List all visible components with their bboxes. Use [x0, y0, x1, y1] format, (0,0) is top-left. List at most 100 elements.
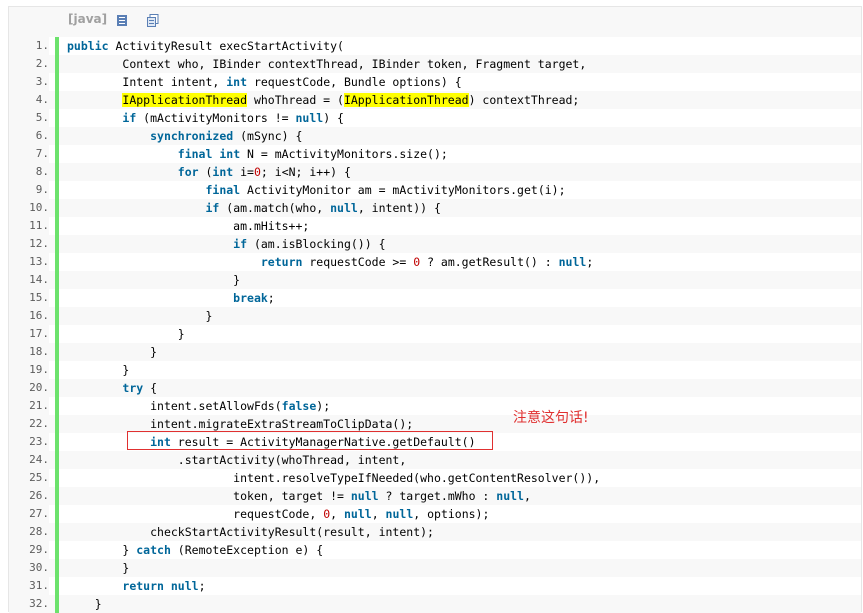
gutter-bar: [55, 163, 59, 181]
gutter-bar: [55, 595, 59, 613]
code-line: 4. IApplicationThread whoThread = (IAppl…: [9, 91, 861, 109]
code-text: try {: [67, 379, 157, 397]
line-number: 29.: [9, 541, 49, 559]
code-token: token, target !=: [233, 489, 351, 503]
line-number: 13.: [9, 253, 49, 271]
line-number: 15.: [9, 289, 49, 307]
code-line: 18. }: [9, 343, 861, 361]
keyword-token: return: [260, 255, 303, 269]
code-token: , options);: [413, 507, 490, 521]
code-text: checkStartActivityResult(result, intent)…: [67, 523, 434, 541]
gutter-bar: [55, 343, 59, 361]
code-line: 5. if (mActivityMonitors != null) {: [9, 109, 861, 127]
line-number: 9.: [9, 181, 49, 199]
keyword-token: break: [233, 291, 268, 305]
code-token: .startActivity(whoThread, intent,: [177, 453, 407, 467]
code-line: 10. if (am.match(who, null, intent)) {: [9, 199, 861, 217]
code-token: ;: [198, 579, 206, 593]
gutter-bar: [55, 181, 59, 199]
code-text: }: [67, 307, 212, 325]
gutter-bar: [55, 577, 59, 595]
code-token: intent.migrateExtraStreamToClipData();: [150, 417, 414, 431]
code-line: 17. }: [9, 325, 861, 343]
gutter-bar: [55, 307, 59, 325]
code-line: 21. intent.setAllowFds(false);: [9, 397, 861, 415]
line-number: 20.: [9, 379, 49, 397]
code-text: }: [67, 325, 185, 343]
code-text: .startActivity(whoThread, intent,: [67, 451, 406, 469]
gutter-bar: [55, 469, 59, 487]
code-line: 3. Intent intent, int requestCode, Bundl…: [9, 73, 861, 91]
keyword-token: catch: [136, 543, 171, 557]
keyword-token: null: [558, 255, 587, 269]
line-number: 19.: [9, 361, 49, 379]
code-token: (am.isBlocking()) {: [247, 237, 386, 251]
gutter-bar: [55, 253, 59, 271]
line-number: 28.: [9, 523, 49, 541]
line-number: 3.: [9, 73, 49, 91]
code-line: 29. } catch (RemoteException e) {: [9, 541, 861, 559]
line-number: 17.: [9, 325, 49, 343]
code-token: am.mHits++;: [233, 219, 310, 233]
code-token: intent.resolveTypeIfNeeded(who.getConten…: [233, 471, 601, 485]
keyword-token: final: [177, 147, 213, 161]
keyword-token: int: [219, 147, 241, 161]
keyword-token: int: [212, 165, 234, 179]
code-text: final int N = mActivityMonitors.size();: [67, 145, 448, 163]
keyword-token: false: [281, 399, 317, 413]
gutter-bar: [55, 37, 59, 55]
highlight-box: [127, 431, 493, 450]
line-number: 30.: [9, 559, 49, 577]
code-text: for (int i=0; i<N; i++) {: [67, 163, 351, 181]
code-token: ,: [523, 489, 531, 503]
code-text: requestCode, 0, null, null, options);: [67, 505, 489, 523]
line-number: 22.: [9, 415, 49, 433]
number-token: 0: [253, 165, 261, 179]
copy-icon[interactable]: [147, 14, 159, 27]
view-source-icon[interactable]: [116, 14, 128, 27]
code-token: requestCode,: [233, 507, 324, 521]
code-token: (RemoteException e) {: [170, 543, 324, 557]
code-token: ActivityResult execStartActivity(: [108, 39, 344, 53]
code-line: 11. am.mHits++;: [9, 217, 861, 235]
gutter-bar: [55, 487, 59, 505]
keyword-token: null: [170, 579, 199, 593]
gutter-bar: [55, 109, 59, 127]
gutter-bar: [55, 73, 59, 91]
line-number: 4.: [9, 91, 49, 109]
keyword-token: if: [233, 237, 248, 251]
line-number: 23.: [9, 433, 49, 451]
line-number: 14.: [9, 271, 49, 289]
code-token: }: [233, 273, 241, 287]
line-number: 6.: [9, 127, 49, 145]
code-line: 8. for (int i=0; i<N; i++) {: [9, 163, 861, 181]
code-line: 16. }: [9, 307, 861, 325]
gutter-bar: [55, 289, 59, 307]
line-number: 5.: [9, 109, 49, 127]
annotation-note: 注意这句话!: [513, 410, 589, 426]
code-text: }: [67, 595, 102, 613]
gutter-bar: [55, 433, 59, 451]
gutter-bar: [55, 199, 59, 217]
code-token: ? target.mWho :: [378, 489, 497, 503]
line-number: 32.: [9, 595, 49, 613]
code-token: }: [150, 345, 158, 359]
line-number: 12.: [9, 235, 49, 253]
code-toolbar: [java]: [9, 7, 861, 37]
code-token: }: [122, 363, 130, 377]
keyword-token: try: [122, 381, 144, 395]
keyword-token: null: [343, 507, 372, 521]
gutter-bar: [55, 397, 59, 415]
line-number: 1.: [9, 37, 49, 55]
code-line: 27. requestCode, 0, null, null, options)…: [9, 505, 861, 523]
keyword-token: null: [330, 201, 358, 215]
code-line: 9. final ActivityMonitor am = mActivityM…: [9, 181, 861, 199]
code-token: ) {: [323, 111, 344, 125]
keyword-token: for: [177, 165, 199, 179]
gutter-bar: [55, 145, 59, 163]
line-number: 26.: [9, 487, 49, 505]
code-token: , intent)) {: [357, 201, 441, 215]
code-token: {: [143, 381, 158, 395]
gutter-bar: [55, 235, 59, 253]
highlighted-token: IApplicationThread: [122, 93, 248, 107]
